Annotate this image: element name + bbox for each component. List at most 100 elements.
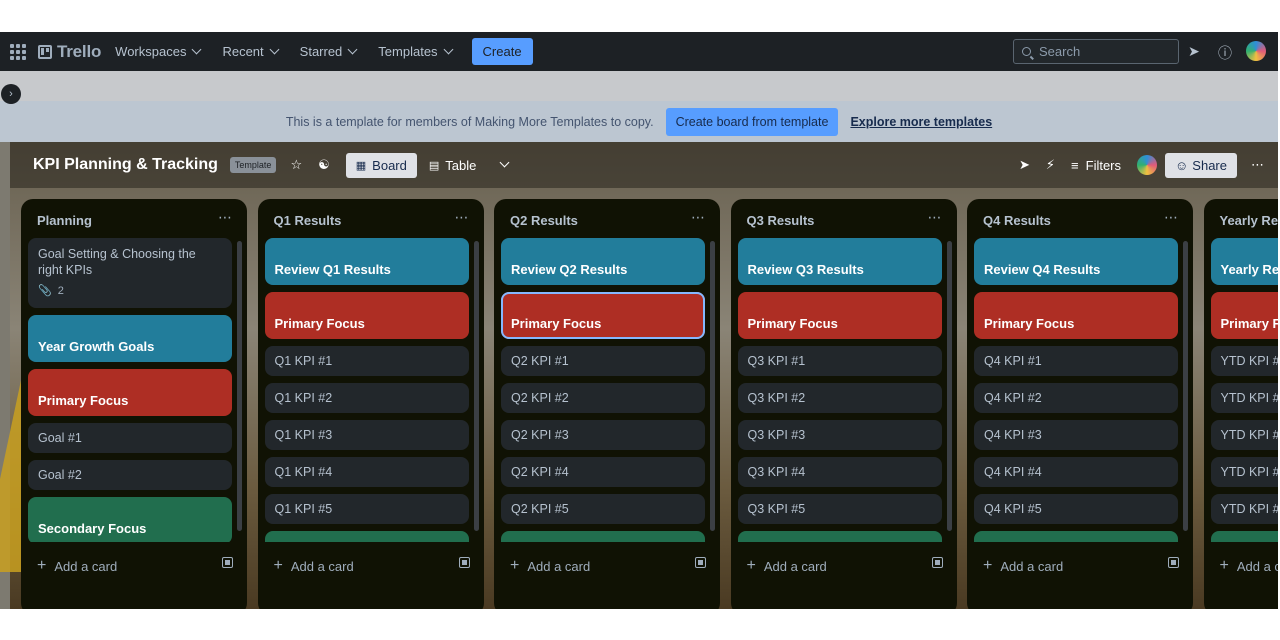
list-title[interactable]: Q3 Results bbox=[747, 213, 815, 228]
card[interactable]: Q2 KPI #1 bbox=[501, 346, 705, 376]
card[interactable] bbox=[264, 531, 469, 542]
list-0[interactable]: Planning ⋯ Goal Setting & Choosing the rig… bbox=[21, 199, 247, 609]
add-card-button[interactable]: + Add a card bbox=[983, 557, 1063, 575]
card[interactable]: Q2 KPI #5 bbox=[501, 494, 705, 524]
card[interactable]: Secondary Focus bbox=[28, 497, 232, 542]
card[interactable]: Primary Focus bbox=[264, 292, 469, 339]
visibility-icon[interactable]: ☯ bbox=[318, 157, 330, 173]
star-icon[interactable]: ☆ bbox=[290, 157, 302, 173]
list-menu-icon[interactable]: ⋯ bbox=[455, 209, 470, 226]
card[interactable]: YTD KPI #5 bbox=[1210, 494, 1278, 524]
filters-button[interactable]: ≡ Filters bbox=[1071, 158, 1121, 173]
create-from-template-icon[interactable] bbox=[1168, 557, 1179, 568]
card[interactable]: Yearly Results bbox=[1210, 238, 1278, 285]
list-title[interactable]: Q2 Results bbox=[510, 213, 578, 228]
list-4[interactable]: Q4 Results ⋯ Review Q4 Results Primary Focu… bbox=[967, 199, 1193, 609]
list-title[interactable]: Planning bbox=[37, 213, 92, 228]
board-title[interactable]: KPI Planning & Tracking bbox=[33, 156, 218, 174]
card[interactable]: Primary Focus bbox=[501, 292, 705, 339]
card[interactable]: YTD KPI #1 bbox=[1210, 346, 1278, 376]
share-button[interactable]: ☺ Share bbox=[1165, 152, 1237, 178]
list-menu-icon[interactable]: ⋯ bbox=[691, 209, 706, 226]
card[interactable]: Goal Setting & Choosing the right KPIs 📎 2 bbox=[28, 238, 232, 308]
table-view-button[interactable]: ▤ Table bbox=[429, 158, 476, 173]
add-card-button[interactable]: + Add a card bbox=[37, 557, 117, 575]
create-button[interactable]: Create bbox=[471, 38, 533, 65]
list-title[interactable]: Q1 Results bbox=[274, 213, 342, 228]
search-input[interactable]: Search bbox=[1013, 39, 1179, 64]
member-avatar[interactable] bbox=[1137, 155, 1158, 175]
card[interactable]: YTD KPI #2 bbox=[1210, 383, 1278, 413]
card[interactable]: Q1 KPI #3 bbox=[264, 420, 469, 450]
card[interactable] bbox=[1210, 531, 1278, 542]
create-board-from-template-button[interactable]: Create board from template bbox=[665, 107, 839, 136]
card[interactable] bbox=[974, 531, 1178, 542]
card[interactable]: Q2 KPI #3 bbox=[501, 420, 705, 450]
expand-sidebar-button[interactable]: › bbox=[1, 84, 21, 104]
card[interactable]: Q4 KPI #1 bbox=[974, 346, 1178, 376]
create-from-template-icon[interactable] bbox=[458, 557, 470, 568]
megaphone-icon[interactable]: ➤ bbox=[1188, 43, 1200, 60]
card[interactable]: Q1 KPI #1 bbox=[264, 346, 469, 376]
create-from-template-icon[interactable] bbox=[222, 557, 233, 568]
card[interactable]: Q1 KPI #5 bbox=[264, 494, 469, 524]
automation-icon[interactable]: ⚡ bbox=[1046, 157, 1055, 173]
help-icon[interactable]: ⓘ bbox=[1218, 43, 1232, 63]
list-3[interactable]: Q3 Results ⋯ Review Q3 Results Primary Focu… bbox=[730, 199, 957, 609]
card[interactable]: Primary Focus bbox=[1210, 292, 1278, 339]
templates-menu[interactable]: Templates bbox=[378, 44, 453, 59]
card[interactable]: Review Q4 Results bbox=[974, 238, 1178, 285]
list-menu-icon[interactable]: ⋯ bbox=[928, 209, 943, 226]
more-menu-icon[interactable]: ⋯ bbox=[1251, 157, 1264, 173]
card[interactable]: Q1 KPI #4 bbox=[264, 457, 469, 487]
board-view-button[interactable]: ▦ Board bbox=[345, 152, 417, 178]
rocket-icon[interactable]: ➤ bbox=[1019, 157, 1030, 173]
workspaces-menu[interactable]: Workspaces bbox=[115, 44, 202, 59]
add-card-button[interactable]: + Add a card bbox=[274, 557, 354, 575]
card[interactable]: Review Q2 Results bbox=[501, 238, 705, 285]
app-switcher-icon[interactable] bbox=[10, 43, 26, 60]
add-card-button[interactable]: + Add a card bbox=[747, 557, 827, 575]
card[interactable]: Review Q3 Results bbox=[737, 238, 942, 285]
create-from-template-icon[interactable] bbox=[931, 557, 943, 568]
add-card-button[interactable]: + Add a card bbox=[1220, 557, 1279, 575]
card[interactable]: Q2 KPI #4 bbox=[501, 457, 705, 487]
starred-menu[interactable]: Starred bbox=[300, 44, 358, 59]
card[interactable]: YTD KPI #3 bbox=[1210, 420, 1278, 450]
add-card-button[interactable]: + Add a card bbox=[510, 557, 590, 575]
list-menu-icon[interactable]: ⋯ bbox=[218, 209, 233, 226]
card[interactable]: Q4 KPI #4 bbox=[974, 457, 1178, 487]
list-scrollbar[interactable] bbox=[237, 241, 242, 531]
list-2[interactable]: Q2 Results ⋯ Review Q2 Results Primary Focu… bbox=[494, 199, 720, 609]
list-scrollbar[interactable] bbox=[946, 241, 952, 531]
card[interactable] bbox=[501, 531, 705, 542]
card[interactable]: Review Q1 Results bbox=[264, 238, 469, 285]
list-menu-icon[interactable]: ⋯ bbox=[1164, 209, 1179, 226]
card[interactable]: Q4 KPI #3 bbox=[974, 420, 1178, 450]
card[interactable]: Goal #1 bbox=[28, 423, 232, 453]
card[interactable]: Q3 KPI #2 bbox=[737, 383, 942, 413]
card[interactable]: Q3 KPI #5 bbox=[737, 494, 942, 524]
card[interactable]: Goal #2 bbox=[28, 460, 232, 490]
card[interactable]: Q3 KPI #3 bbox=[737, 420, 942, 450]
create-from-template-icon[interactable] bbox=[695, 557, 706, 568]
list-5[interactable]: Yearly Results⋯Yearly ResultsPrimary Foc… bbox=[1203, 199, 1279, 609]
views-chevron-icon[interactable] bbox=[499, 157, 510, 168]
trello-logo[interactable]: Trello bbox=[38, 42, 101, 62]
card[interactable]: Primary Focus bbox=[974, 292, 1178, 339]
list-1[interactable]: Q1 Results ⋯ Review Q1 Results Primary Focu… bbox=[257, 199, 484, 609]
list-title[interactable]: Yearly Results bbox=[1220, 213, 1279, 228]
list-title[interactable]: Q4 Results bbox=[983, 213, 1051, 228]
card[interactable]: Q1 KPI #2 bbox=[264, 383, 469, 413]
card[interactable]: Q4 KPI #2 bbox=[974, 383, 1178, 413]
recent-menu[interactable]: Recent bbox=[222, 44, 280, 59]
list-scrollbar[interactable] bbox=[473, 241, 479, 531]
card[interactable]: YTD KPI #4 bbox=[1210, 457, 1278, 487]
explore-more-templates-link[interactable]: Explore more templates bbox=[850, 115, 992, 129]
account-avatar[interactable] bbox=[1246, 41, 1266, 64]
card[interactable]: Primary Focus bbox=[28, 369, 232, 416]
card[interactable] bbox=[737, 531, 942, 542]
card[interactable]: Primary Focus bbox=[737, 292, 942, 339]
list-scrollbar[interactable] bbox=[710, 241, 715, 531]
card[interactable]: Q2 KPI #2 bbox=[501, 383, 705, 413]
